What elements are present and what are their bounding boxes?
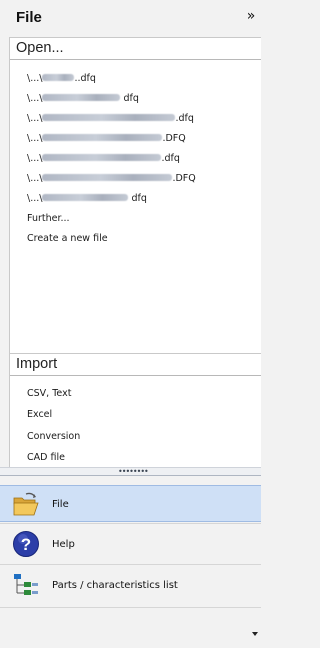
nav-parts-characteristics-button[interactable]: Parts / characteristics list <box>0 566 261 605</box>
nav-divider <box>0 564 261 565</box>
import-cad-file[interactable]: CAD file <box>27 447 261 468</box>
file-path-suffix: ..dfq <box>74 73 96 84</box>
file-path-prefix: \...\ <box>27 153 43 164</box>
redacted-filename <box>42 194 129 201</box>
help-icon: ? <box>13 531 39 557</box>
redacted-filename <box>42 94 121 101</box>
import-section: Import CSV, Text Excel Conversion CAD fi… <box>9 353 261 467</box>
import-list: CSV, Text Excel Conversion CAD file <box>10 376 261 468</box>
import-conversion[interactable]: Conversion <box>27 426 261 447</box>
recent-file-4[interactable]: \...\ .DFQ <box>27 129 261 149</box>
bottom-toolbar <box>0 607 261 648</box>
file-path-prefix: \...\ <box>27 193 43 204</box>
file-path-prefix: \...\ <box>27 93 43 104</box>
recent-file-2[interactable]: \...\ dfq <box>27 89 261 109</box>
nav-parts-label: Parts / characteristics list <box>52 580 178 591</box>
open-section-title: Open... <box>10 38 261 60</box>
svg-text:?: ? <box>21 535 31 554</box>
file-path-suffix: .DFQ <box>162 133 186 144</box>
nav-divider <box>0 523 261 524</box>
panel-splitter[interactable]: •••••••• <box>0 467 261 476</box>
import-csv-text[interactable]: CSV, Text <box>27 383 261 404</box>
redacted-filename <box>42 114 176 121</box>
nav-help-button[interactable]: ? Help <box>0 525 261 564</box>
nav-file-button[interactable]: File <box>0 485 261 522</box>
splitter-grip-icon: •••••••• <box>118 467 149 476</box>
file-path-prefix: \...\ <box>27 173 43 184</box>
redacted-filename <box>42 154 162 161</box>
recent-file-7[interactable]: \...\ dfq <box>27 189 261 209</box>
file-path-prefix: \...\ <box>27 113 43 124</box>
recent-file-3[interactable]: \...\ .dfq <box>27 109 261 129</box>
create-new-file-link[interactable]: Create a new file <box>27 229 261 249</box>
file-path-prefix: \...\ <box>27 133 43 144</box>
file-path-suffix: dfq <box>123 93 139 104</box>
recent-files-list: \...\ ..dfq \...\ dfq \...\ .dfq \...\ .DFQ… <box>10 60 261 249</box>
nav-help-label: Help <box>52 539 75 550</box>
file-path-suffix: .DFQ <box>172 173 196 184</box>
panel-title: File <box>16 9 42 26</box>
import-section-title: Import <box>10 354 261 376</box>
panel-header: File » <box>0 0 261 37</box>
redacted-filename <box>42 174 173 181</box>
nav-file-label: File <box>52 499 69 510</box>
further-link[interactable]: Further... <box>27 209 261 229</box>
file-path-prefix: \...\ <box>27 73 43 84</box>
file-path-suffix: .dfq <box>175 113 194 124</box>
tree-list-icon <box>14 574 38 595</box>
open-section: Open... \...\ ..dfq \...\ dfq \...\ .dfq \… <box>9 37 261 353</box>
recent-file-1[interactable]: \...\ ..dfq <box>27 69 261 89</box>
file-path-suffix: dfq <box>131 193 147 204</box>
open-folder-icon <box>13 492 39 516</box>
file-path-suffix: .dfq <box>161 153 180 164</box>
redacted-filename <box>42 74 75 81</box>
recent-file-5[interactable]: \...\ .dfq <box>27 149 261 169</box>
redacted-filename <box>42 134 163 141</box>
recent-file-6[interactable]: \...\ .DFQ <box>27 169 261 189</box>
chevron-down-icon[interactable] <box>252 632 258 636</box>
collapse-panel-button[interactable]: » <box>244 9 258 24</box>
import-excel[interactable]: Excel <box>27 404 261 425</box>
